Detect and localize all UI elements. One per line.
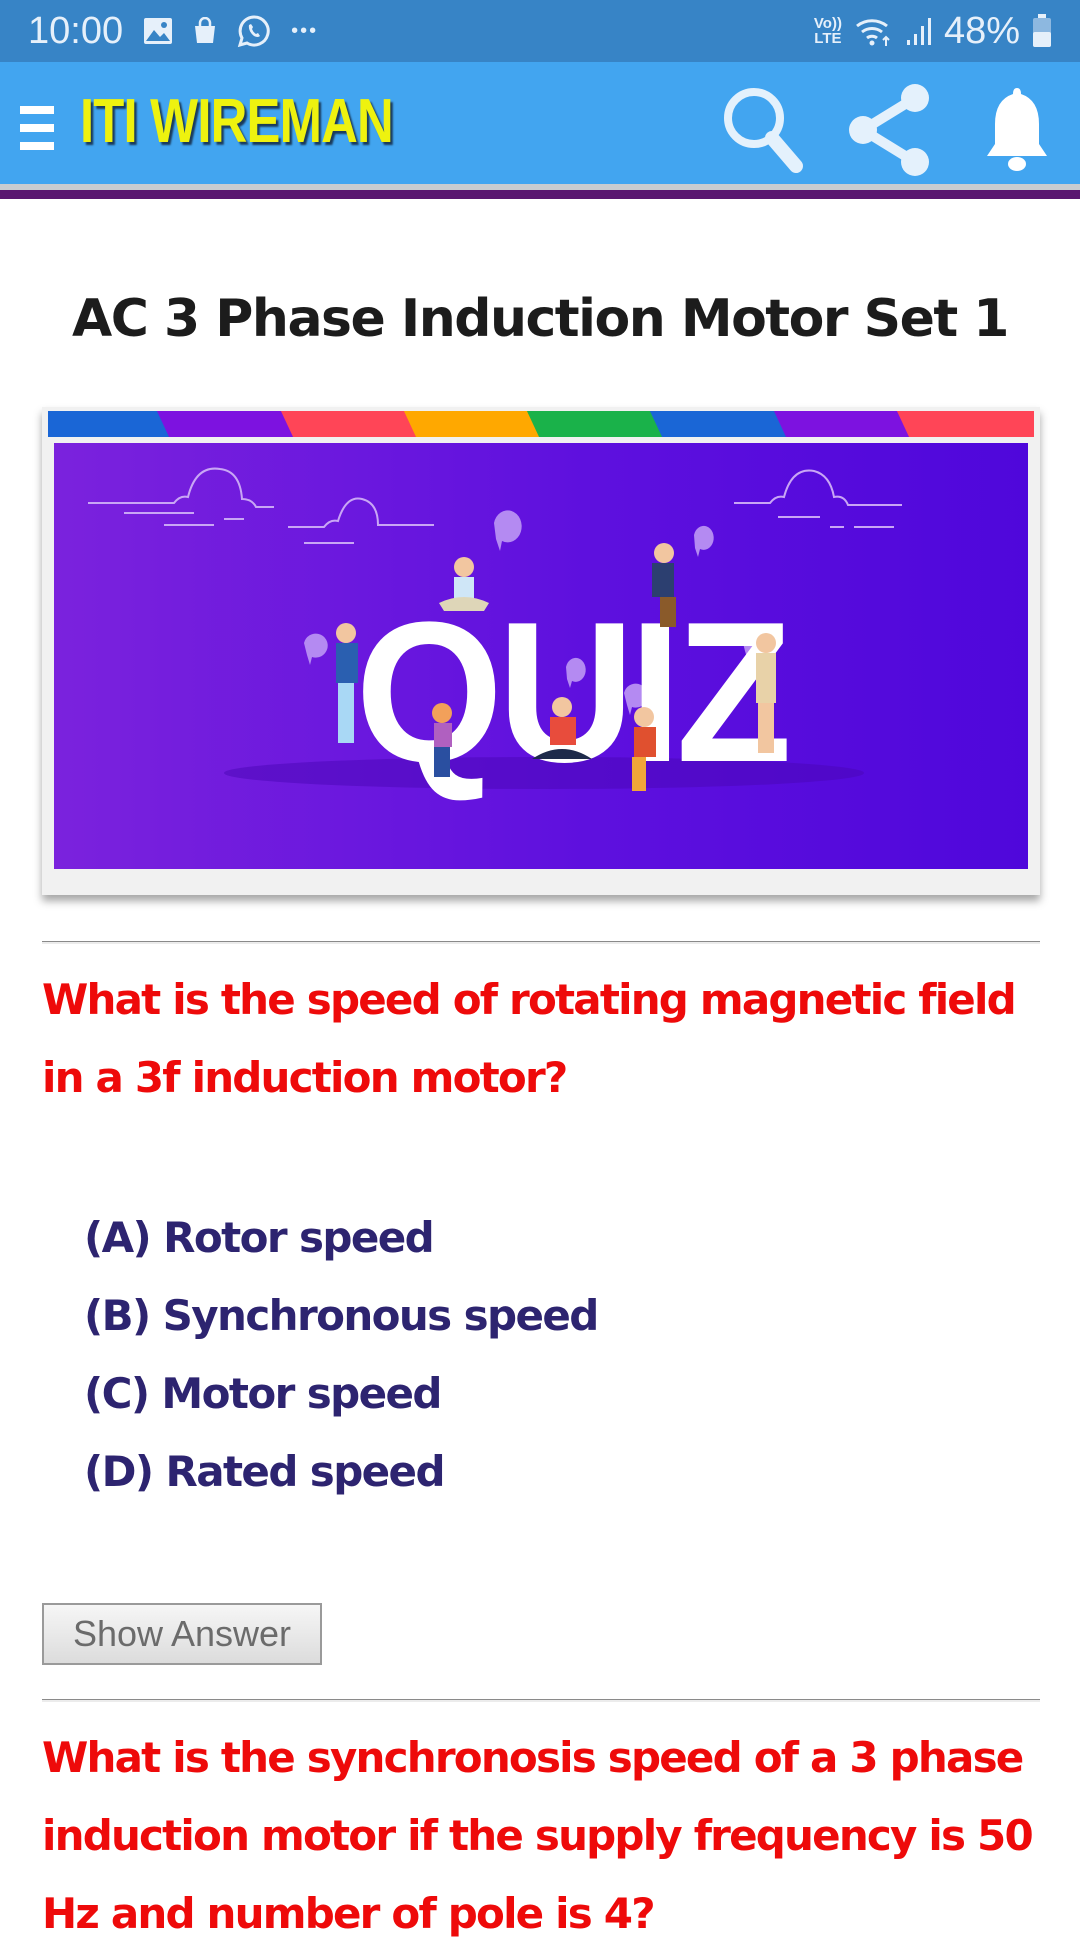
option-d[interactable]: (D) Rated speed [84,1433,598,1511]
app-bar: ITI WIREMAN [0,62,1080,190]
share-icon[interactable] [845,80,935,176]
bell-icon[interactable] [972,80,1062,176]
volte-icon: Vo)) LTE [813,15,842,47]
option-c[interactable]: (C) Motor speed [84,1355,598,1433]
signal-icon [906,16,932,46]
whatsapp-icon [237,14,271,48]
clock: 10:00 [28,9,124,52]
header-divider [0,190,1080,199]
divider [42,941,1040,944]
banner-color-stripes [48,411,1034,437]
page-title: AC 3 Phase Induction Motor Set 1 [72,289,1009,349]
option-a[interactable]: (A) Rotor speed [84,1199,598,1277]
wifi-icon [854,15,894,47]
question-2-text: What is the synchronosis speed of a 3 ph… [42,1733,1034,1938]
battery-percent: 48% [943,9,1020,52]
banner-artwork: QUIZ [54,443,1028,869]
gallery-icon [143,17,173,45]
app-title: ITI WIREMAN [80,87,394,156]
quiz-banner-image: QUIZ [42,407,1040,895]
article-content: AC 3 Phase Induction Motor Set 1 QUIZ Wh… [0,199,1080,1938]
divider [42,1699,1040,1702]
menu-icon[interactable] [20,106,54,150]
color-stripe [896,411,1034,437]
search-icon[interactable] [718,80,808,176]
more-dots-icon: ••• [291,19,319,42]
option-b[interactable]: (B) Synchronous speed [84,1277,599,1355]
question-1-options: (A) Rotor speed (B) Synchronous speed (C… [84,1199,599,1511]
battery-icon [1032,14,1052,48]
status-bar: 10:00 ••• Vo)) LTE 48% [0,0,1080,62]
people-illustration [336,543,776,791]
shopping-bag-icon [193,17,217,45]
question-1-text: What is the speed of rotating magnetic f… [42,975,1017,1102]
show-answer-button[interactable]: Show Answer [42,1603,322,1665]
